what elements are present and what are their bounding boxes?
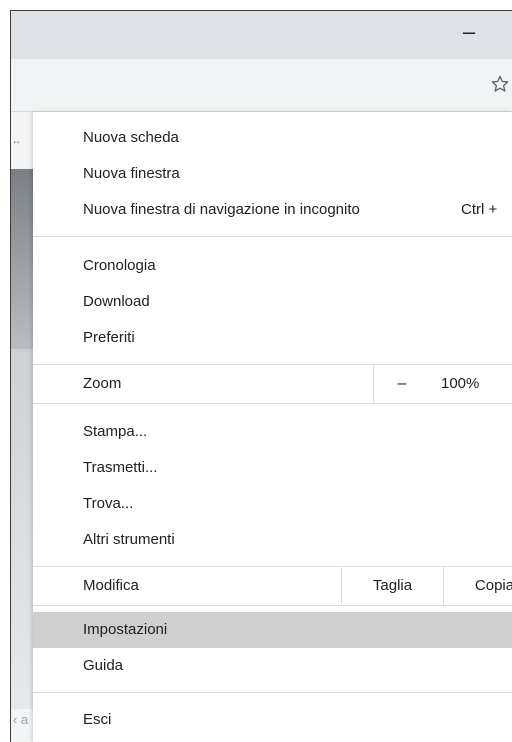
menu-item-shortcut: Ctrl + xyxy=(461,201,498,218)
menu-item-label: Esci xyxy=(83,711,112,728)
star-outline-icon[interactable] xyxy=(487,71,512,97)
page-ellipsis: .. xyxy=(13,132,20,146)
edit-label: Modifica xyxy=(83,577,139,594)
minimize-button[interactable]: – xyxy=(457,17,481,47)
page-image-strip-lower xyxy=(11,349,33,709)
page-image-strip xyxy=(11,169,33,349)
chrome-main-menu: Nuova scheda Nuova finestra Nuova finest… xyxy=(33,112,512,742)
zoom-label: Zoom xyxy=(83,375,122,392)
menu-item-bookmarks[interactable]: Preferiti xyxy=(33,320,512,356)
menu-item-settings[interactable]: Impostazioni xyxy=(33,612,512,648)
menu-separator xyxy=(33,605,512,606)
menu-separator xyxy=(33,692,512,693)
page-text-fragment: ‹ a xyxy=(13,712,29,727)
zoom-out-button[interactable]: – xyxy=(373,365,431,403)
menu-item-print[interactable]: Stampa... xyxy=(33,414,512,450)
zoom-level-value: 100% xyxy=(441,375,480,392)
browser-window: – .. ‹ a Nuova scheda Nuova finestra Nuo… xyxy=(10,10,512,742)
menu-item-downloads[interactable]: Download xyxy=(33,284,512,320)
menu-item-label: Stampa... xyxy=(83,423,148,440)
menu-row-edit: Modifica Taglia Copia xyxy=(33,567,512,605)
menu-item-cast[interactable]: Trasmetti... xyxy=(33,450,512,486)
menu-item-more-tools[interactable]: Altri strumenti xyxy=(33,522,512,558)
menu-item-label: Nuova finestra di navigazione in incogni… xyxy=(83,201,360,218)
menu-item-new-incognito-window[interactable]: Nuova finestra di navigazione in incogni… xyxy=(33,192,512,228)
background-page: .. ‹ a xyxy=(11,112,33,742)
menu-item-label: Download xyxy=(83,293,150,310)
cut-button[interactable]: Taglia xyxy=(342,567,443,605)
menu-separator xyxy=(33,236,512,237)
menu-item-label: Impostazioni xyxy=(83,621,168,638)
title-bar: – xyxy=(11,11,512,59)
menu-item-find[interactable]: Trova... xyxy=(33,486,512,522)
menu-item-history[interactable]: Cronologia xyxy=(33,248,512,284)
menu-item-label: Preferiti xyxy=(83,329,135,346)
menu-item-label: Trova... xyxy=(83,495,134,512)
menu-item-label: Nuova scheda xyxy=(83,129,179,146)
menu-item-new-window[interactable]: Nuova finestra xyxy=(33,156,512,192)
toolbar xyxy=(11,59,512,112)
menu-item-new-tab[interactable]: Nuova scheda xyxy=(33,120,512,156)
menu-item-label: Altri strumenti xyxy=(83,531,175,548)
menu-item-label: Trasmetti... xyxy=(83,459,158,476)
menu-item-exit[interactable]: Esci xyxy=(33,702,512,738)
copy-button[interactable]: Copia xyxy=(444,567,512,605)
menu-item-label: Cronologia xyxy=(83,257,156,274)
menu-item-help[interactable]: Guida xyxy=(33,648,512,684)
menu-item-label: Guida xyxy=(83,657,124,674)
menu-row-zoom: Zoom – 100% xyxy=(33,365,512,403)
menu-separator xyxy=(33,403,512,404)
menu-item-label: Nuova finestra xyxy=(83,165,180,182)
